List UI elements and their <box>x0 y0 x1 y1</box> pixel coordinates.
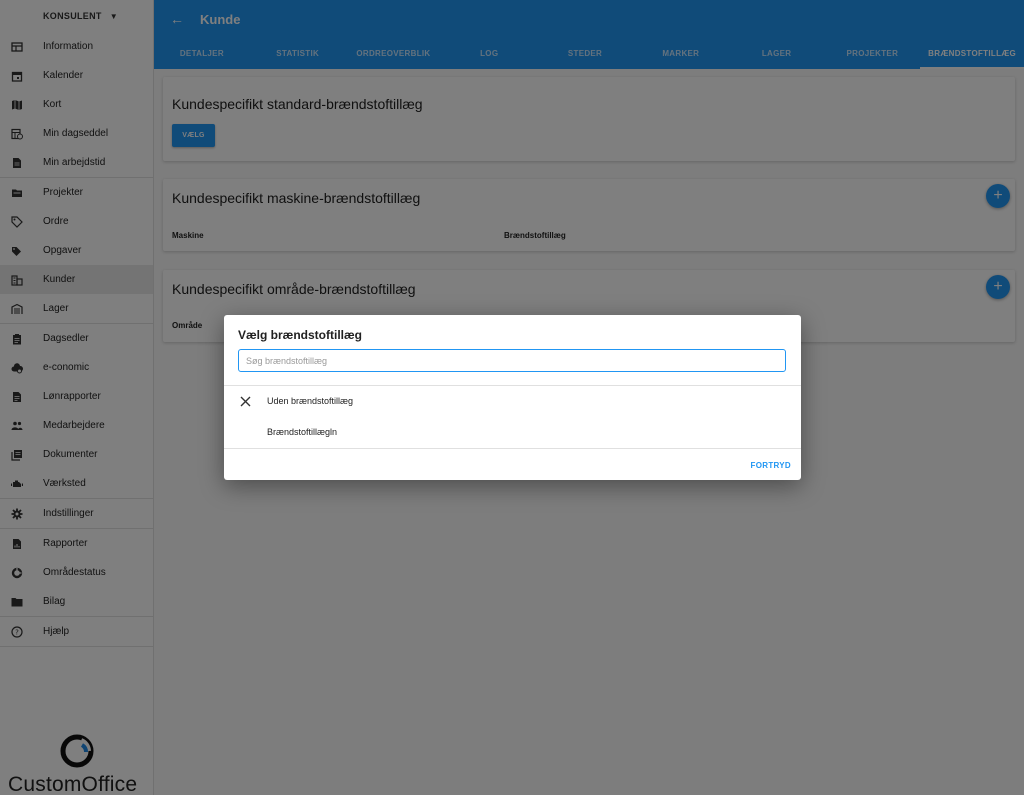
option-fuel[interactable]: Brændstoftillægln <box>224 417 801 447</box>
select-fuel-dialog: Vælg brændstoftillæg Uden brændstoftillæ… <box>224 315 801 480</box>
option-no-fuel[interactable]: Uden brændstoftillæg <box>224 386 801 416</box>
dialog-title: Vælg brændstoftillæg <box>238 328 362 342</box>
option-label: Brændstoftillægln <box>267 427 338 437</box>
option-label: Uden brændstoftillæg <box>267 396 354 406</box>
cancel-button[interactable]: FORTRYD <box>751 461 791 470</box>
divider <box>224 448 801 449</box>
close-icon <box>224 396 267 407</box>
search-input[interactable] <box>238 349 786 372</box>
